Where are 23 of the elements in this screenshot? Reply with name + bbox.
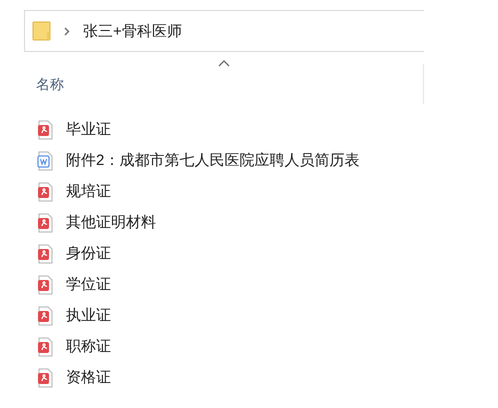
pdf-file-icon [37,120,53,140]
name-column-header[interactable]: 名称 [36,74,64,96]
pdf-file-icon [37,336,53,356]
folder-path[interactable]: 张三+骨科医师 [83,22,182,40]
file-name[interactable]: 其他证明材料 [66,213,156,232]
file-name[interactable]: 附件2：成都市第七人民医院应聘人员简历表 [66,151,360,170]
pdf-file-icon [37,306,53,326]
file-name[interactable]: 学位证 [66,275,111,294]
file-name[interactable]: 职称证 [66,337,111,356]
file-name[interactable]: 规培证 [66,182,111,201]
pdf-file-icon [37,274,53,294]
pdf-file-icon [37,244,53,264]
address-bar[interactable]: 张三+骨科医师 [24,10,424,52]
pdf-file-icon [37,212,53,232]
pdf-file-icon [37,182,53,202]
file-name[interactable]: 资格证 [66,368,111,387]
word-file-icon [37,150,53,170]
pdf-file-icon [37,368,53,388]
chevron-icon[interactable] [64,26,70,36]
file-name[interactable]: 执业证 [66,306,111,325]
file-name[interactable]: 毕业证 [66,120,111,139]
file-name[interactable]: 身份证 [66,244,111,263]
folder-icon [32,21,52,41]
